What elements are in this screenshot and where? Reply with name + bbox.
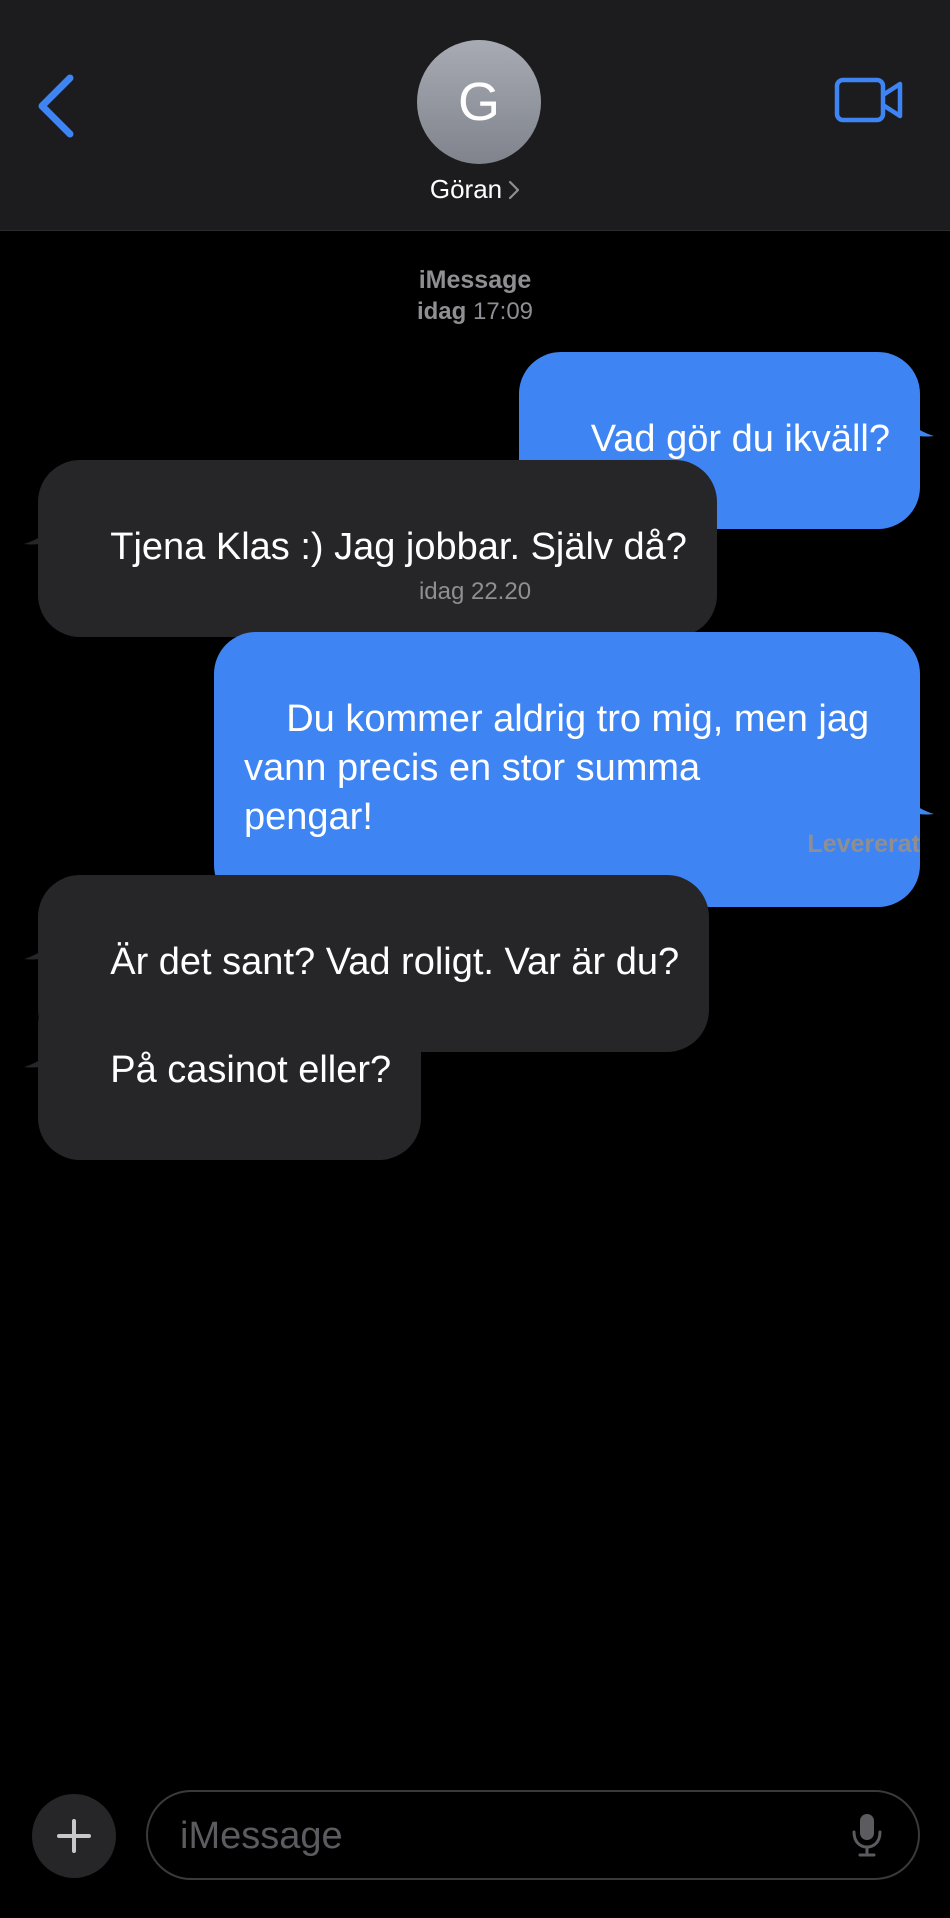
timestamp-time: 22.20 xyxy=(470,578,532,605)
conversation-header: G Göran xyxy=(0,0,950,231)
message-text: På casinot eller? xyxy=(110,1049,392,1091)
chevron-right-icon xyxy=(509,180,520,199)
bubble-tail xyxy=(24,1033,54,1068)
message-text: Är det sant? Vad roligt. Var är du? xyxy=(110,941,680,983)
bubble-tail xyxy=(24,510,54,545)
avatar-initial: G xyxy=(457,72,500,132)
timestamp-day: idag xyxy=(416,298,467,325)
video-call-button[interactable] xyxy=(834,76,904,126)
dictation-button[interactable] xyxy=(850,1812,884,1858)
incoming-message-bubble[interactable]: På casinot eller? xyxy=(38,983,422,1160)
add-attachment-button[interactable] xyxy=(32,1794,116,1878)
plus-icon xyxy=(57,1819,91,1853)
microphone-icon xyxy=(852,1814,882,1857)
delivery-status: Levererat xyxy=(807,830,920,858)
timestamp-day: idag xyxy=(418,578,465,605)
message-text: Du kommer aldrig tro mig, men jag vann p… xyxy=(244,698,870,838)
timestamp-time: 17:09 xyxy=(472,298,534,325)
contact-name-button[interactable]: Göran xyxy=(0,174,950,205)
message-text: Vad gör du ikväll? xyxy=(590,418,890,460)
contact-name: Göran xyxy=(429,174,503,204)
timestamp: idag 17:09 xyxy=(0,298,950,326)
timestamp: idag 22.20 xyxy=(0,578,950,606)
message-text: Tjena Klas :) Jag jobbar. Själv då? xyxy=(110,526,687,568)
outgoing-message-bubble[interactable]: Du kommer aldrig tro mig, men jag vann p… xyxy=(214,632,920,907)
avatar[interactable]: G xyxy=(417,40,541,164)
video-camera-icon xyxy=(834,77,903,123)
incoming-message-bubble[interactable]: Tjena Klas :) Jag jobbar. Själv då? xyxy=(38,460,717,637)
service-label: iMessage xyxy=(418,266,532,294)
bubble-tail xyxy=(904,402,934,437)
message-input[interactable] xyxy=(178,1792,842,1880)
bubble-tail xyxy=(904,780,934,815)
message-input-container xyxy=(146,1790,920,1880)
back-button[interactable] xyxy=(28,68,88,138)
chevron-left-icon xyxy=(38,74,74,138)
bubble-tail xyxy=(24,925,54,960)
